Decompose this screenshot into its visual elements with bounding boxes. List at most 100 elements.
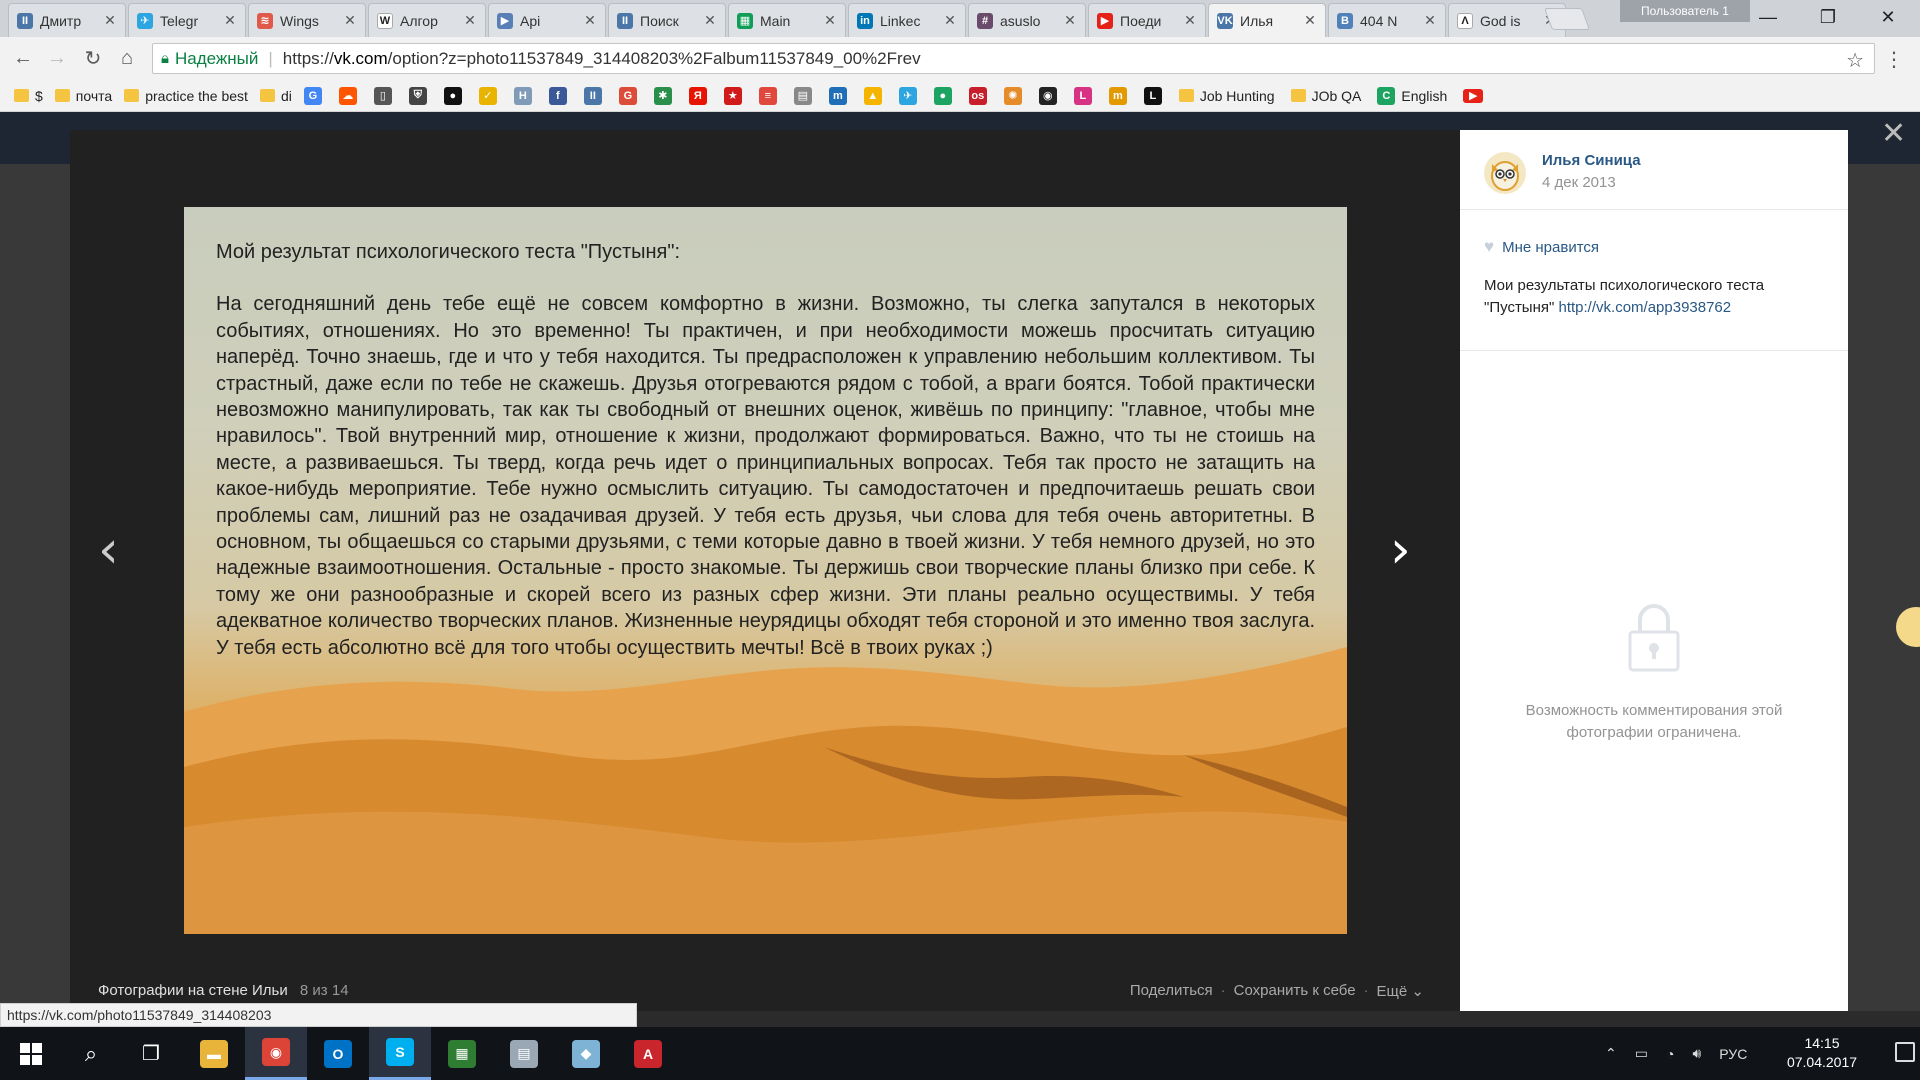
tab-close-icon[interactable]: ✕ bbox=[1423, 12, 1437, 29]
google-plus-icon[interactable]: G bbox=[618, 86, 637, 105]
telegram-icon[interactable]: ✈ bbox=[898, 86, 917, 105]
avatar[interactable] bbox=[1484, 152, 1526, 194]
bookmark-star-icon[interactable]: ☆ bbox=[1846, 48, 1864, 73]
next-photo-arrow-icon[interactable]: › bbox=[1390, 520, 1411, 580]
back-icon[interactable]: ← bbox=[8, 43, 38, 73]
browser-tab[interactable]: II Дмитр ✕ bbox=[8, 3, 126, 37]
app-link[interactable]: http://vk.com/app3938762 bbox=[1559, 299, 1732, 316]
youtube-icon[interactable]: ▶ bbox=[1463, 88, 1484, 103]
wifi-icon[interactable]: ◔ bbox=[1666, 1046, 1674, 1062]
browser-tab[interactable]: ✈ Telegr ✕ bbox=[128, 3, 246, 37]
m-orange-icon[interactable]: m bbox=[1108, 86, 1127, 105]
taskbar-app[interactable]: ◉ bbox=[245, 1027, 307, 1080]
taskbar-app[interactable]: ◆ bbox=[555, 1027, 617, 1080]
stack-icon[interactable]: ≡ bbox=[758, 86, 777, 105]
taskbar-app[interactable]: A bbox=[617, 1027, 679, 1080]
post-date[interactable]: 4 дек 2013 bbox=[1542, 174, 1616, 191]
browser-tab[interactable]: VK Илья ✕ bbox=[1208, 3, 1326, 37]
bookmark-folder[interactable]: practice the best bbox=[124, 88, 248, 104]
bookmark-folder[interactable]: почта bbox=[54, 88, 112, 104]
forward-icon[interactable]: → bbox=[42, 43, 72, 73]
address-bar[interactable]: 🔒︎ Надежный | https://vk.com/option?z=ph… bbox=[152, 43, 1875, 74]
reload-icon[interactable]: ↻ bbox=[78, 43, 108, 73]
tab-close-icon[interactable]: ✕ bbox=[823, 12, 837, 29]
doc-icon[interactable]: ▯ bbox=[373, 86, 392, 105]
language-indicator[interactable]: РУС bbox=[1719, 1046, 1747, 1062]
like-button[interactable]: ♥ Мне нравится bbox=[1484, 237, 1599, 257]
battery-icon[interactable]: ▭ bbox=[1635, 1045, 1648, 1062]
tab-close-icon[interactable]: ✕ bbox=[103, 12, 117, 29]
tab-close-icon[interactable]: ✕ bbox=[583, 12, 597, 29]
pause-icon[interactable]: II bbox=[583, 86, 602, 105]
drive-icon[interactable]: ▲ bbox=[863, 86, 882, 105]
chevron-up-icon[interactable]: ⌃ bbox=[1605, 1045, 1617, 1062]
taskbar-app[interactable]: S bbox=[369, 1027, 431, 1080]
close-viewer-icon[interactable]: ✕ bbox=[1881, 116, 1906, 151]
save-link[interactable]: Сохранить к себе bbox=[1234, 982, 1356, 1000]
floating-widget[interactable] bbox=[1896, 607, 1920, 647]
browser-tab[interactable]: B 404 N ✕ bbox=[1328, 3, 1446, 37]
album-title[interactable]: Фотографии на стене Ильи bbox=[98, 982, 288, 999]
taskbar-app[interactable]: ▬ bbox=[183, 1027, 245, 1080]
m-icon[interactable]: m bbox=[828, 86, 847, 105]
taskbar-app[interactable]: ▦ bbox=[431, 1027, 493, 1080]
l-red-icon[interactable]: L bbox=[1073, 86, 1092, 105]
star-icon[interactable]: ★ bbox=[723, 86, 742, 105]
browser-menu-icon[interactable]: ⋮ bbox=[1884, 47, 1904, 72]
yandex-icon[interactable]: Я bbox=[688, 86, 707, 105]
browser-tab[interactable]: ≋ Wings ✕ bbox=[248, 3, 366, 37]
prev-photo-arrow-icon[interactable]: ‹ bbox=[98, 520, 119, 580]
browser-tab[interactable]: in Linkec ✕ bbox=[848, 3, 966, 37]
tab-close-icon[interactable]: ✕ bbox=[223, 12, 237, 29]
clock[interactable]: 14:15 07.04.2017 bbox=[1770, 1034, 1874, 1072]
tab-close-icon[interactable]: ✕ bbox=[463, 12, 477, 29]
bookmark-item[interactable]: C English bbox=[1377, 86, 1447, 105]
tab-close-icon[interactable]: ✕ bbox=[343, 12, 357, 29]
l-black-icon[interactable]: L bbox=[1143, 86, 1162, 105]
github-icon[interactable]: ● bbox=[443, 86, 462, 105]
profile-button[interactable]: Пользователь 1 bbox=[1620, 0, 1750, 22]
taskbar-app[interactable]: O bbox=[307, 1027, 369, 1080]
check-icon[interactable]: ✓ bbox=[478, 86, 497, 105]
bookmark-item[interactable]: Job Hunting bbox=[1178, 88, 1275, 104]
browser-tab[interactable]: ▦ Main ✕ bbox=[728, 3, 846, 37]
tab-close-icon[interactable]: ✕ bbox=[1183, 12, 1197, 29]
browser-tab[interactable]: II Поиск ✕ bbox=[608, 3, 726, 37]
bookmark-folder[interactable]: di bbox=[259, 88, 292, 104]
news-icon[interactable]: ▤ bbox=[793, 86, 812, 105]
bookmark-item[interactable]: JOb QA bbox=[1290, 88, 1361, 104]
browser-tab[interactable]: ▶ Api ✕ bbox=[488, 3, 606, 37]
notification-icon[interactable] bbox=[1895, 1042, 1915, 1062]
puzzle-icon[interactable]: ✱ bbox=[653, 86, 672, 105]
more-link[interactable]: Ещё ⌄ bbox=[1377, 982, 1424, 1000]
close-window-icon[interactable]: ✕ bbox=[1860, 0, 1916, 34]
task-view-icon[interactable]: ❐ bbox=[120, 1027, 182, 1080]
new-tab-button[interactable] bbox=[1543, 8, 1591, 30]
h-icon[interactable]: H bbox=[513, 86, 532, 105]
photo[interactable]: Мой результат психологического теста "Пу… bbox=[184, 207, 1347, 934]
taskbar-app[interactable]: ▤ bbox=[493, 1027, 555, 1080]
search-icon[interactable]: ⌕ bbox=[60, 1027, 122, 1080]
minimize-icon[interactable]: — bbox=[1740, 0, 1796, 34]
translate-icon[interactable]: G bbox=[303, 86, 322, 105]
shield-icon[interactable]: ⛨ bbox=[408, 86, 427, 105]
dots-icon[interactable]: ✺ bbox=[1003, 86, 1022, 105]
tab-close-icon[interactable]: ✕ bbox=[1063, 12, 1077, 29]
soundcloud-icon[interactable]: ☁ bbox=[338, 86, 357, 105]
share-link[interactable]: Поделиться bbox=[1130, 982, 1213, 1000]
tab-close-icon[interactable]: ✕ bbox=[1303, 12, 1317, 29]
author-name[interactable]: Илья Синица bbox=[1542, 152, 1641, 169]
compass-icon[interactable]: ◉ bbox=[1038, 86, 1057, 105]
ok-icon[interactable]: os bbox=[968, 86, 987, 105]
home-icon[interactable]: ⌂ bbox=[112, 43, 142, 73]
tab-close-icon[interactable]: ✕ bbox=[703, 12, 717, 29]
tab-close-icon[interactable]: ✕ bbox=[943, 12, 957, 29]
maximize-icon[interactable]: ❐ bbox=[1800, 0, 1856, 34]
browser-tab[interactable]: W Алгор ✕ bbox=[368, 3, 486, 37]
volume-icon[interactable]: 🔊︎ bbox=[1692, 1045, 1701, 1062]
facebook-icon[interactable]: f bbox=[548, 86, 567, 105]
browser-tab[interactable]: # asuslo ✕ bbox=[968, 3, 1086, 37]
start-button[interactable] bbox=[0, 1027, 62, 1080]
browser-tab[interactable]: ▶ Поеди ✕ bbox=[1088, 3, 1206, 37]
circle-icon[interactable]: ● bbox=[933, 86, 952, 105]
